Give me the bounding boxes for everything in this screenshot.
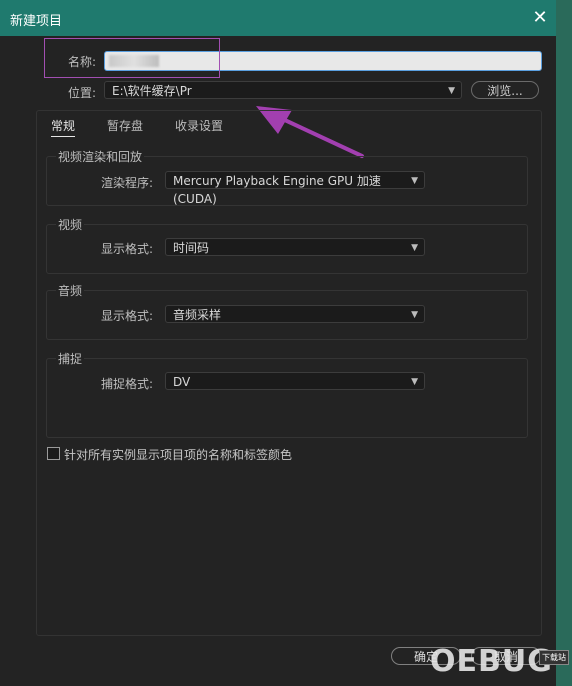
group-title-audio: 音频	[56, 282, 85, 299]
capture-format-value: DV	[173, 375, 191, 389]
name-highlight-annotation	[44, 38, 220, 78]
new-project-dialog: 新建项目 ✕ 名称: 位置: E:\软件缓存\Pr ▼ 浏览... 常规 暂存盘…	[0, 0, 572, 686]
renderer-select[interactable]: Mercury Playback Engine GPU 加速 (CUDA) ▼	[165, 171, 425, 206]
show-names-colors-checkbox[interactable]	[47, 447, 60, 460]
chevron-down-icon: ▼	[411, 377, 418, 387]
chevron-down-icon: ▼	[411, 243, 418, 253]
browse-button[interactable]: 浏览...	[471, 81, 539, 99]
audio-format-select[interactable]: 音频采样 ▼	[165, 305, 425, 323]
location-value: E:\软件缓存\Pr	[112, 84, 192, 98]
tab-scratch-disks[interactable]: 暂存盘	[107, 117, 143, 134]
group-title-video-rendering: 视频渲染和回放	[56, 148, 145, 165]
audio-format-value: 音频采样	[173, 308, 222, 322]
chevron-down-icon: ▼	[448, 86, 455, 96]
video-format-value: 时间码	[173, 241, 210, 255]
group-title-video: 视频	[56, 216, 85, 233]
chevron-down-icon: ▼	[411, 310, 418, 320]
close-icon[interactable]: ✕	[530, 8, 550, 28]
group-capture	[46, 358, 528, 438]
capture-format-label: 捕捉格式:	[101, 377, 154, 391]
watermark-badge: 下载站	[539, 650, 569, 665]
renderer-label: 渲染程序:	[101, 176, 154, 190]
video-format-label: 显示格式:	[101, 242, 154, 256]
location-select[interactable]: E:\软件缓存\Pr ▼	[104, 81, 462, 99]
window-edge	[556, 0, 572, 686]
location-label: 位置:	[68, 86, 97, 100]
tab-general[interactable]: 常规	[51, 117, 76, 137]
window-title: 新建项目	[10, 14, 63, 29]
show-names-colors-label: 针对所有实例显示项目项的名称和标签颜色	[64, 448, 293, 462]
group-title-capture: 捕捉	[56, 350, 85, 367]
watermark-logo: OEBUG	[430, 644, 553, 679]
title-bar[interactable]: 新建项目 ✕	[0, 0, 556, 36]
tab-ingest-settings[interactable]: 收录设置	[175, 117, 223, 134]
capture-format-select[interactable]: DV ▼	[165, 372, 425, 390]
video-format-select[interactable]: 时间码 ▼	[165, 238, 425, 256]
chevron-down-icon: ▼	[411, 176, 418, 186]
audio-format-label: 显示格式:	[101, 309, 154, 323]
